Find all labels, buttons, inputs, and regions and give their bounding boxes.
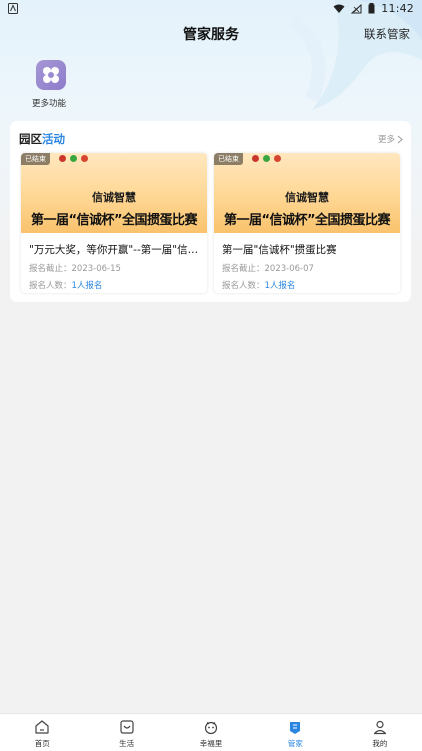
life-icon — [120, 720, 134, 734]
tab-happiness[interactable]: 幸福里 — [169, 714, 253, 751]
home-icon — [35, 720, 49, 734]
signal-off-icon — [351, 3, 362, 13]
tab-label: 我的 — [372, 739, 388, 748]
sponsor-logo — [70, 155, 77, 162]
sponsor-logo — [274, 155, 281, 162]
navbar: 管家服务 联系管家 — [0, 22, 422, 46]
tab-label: 幸福里 — [199, 739, 223, 748]
section-title: 园区活动 — [19, 131, 65, 147]
section-title-part1: 园区 — [19, 132, 42, 146]
activity-title: 第一届"信诚杯"掼蛋比赛 — [222, 244, 337, 256]
status-time: 11:42 — [381, 2, 414, 15]
signup-line: 报名人数：1人报名 — [222, 279, 392, 291]
tab-label: 生活 — [119, 739, 135, 748]
sponsor-logo — [59, 155, 66, 162]
tab-label: 首页 — [34, 739, 50, 748]
banner-headline: 第一届“信诚杯”全国掼蛋比赛 — [223, 213, 391, 228]
activity-banner: 已结束 信诚智慧 第一届“信诚杯”全国掼蛋比赛 — [21, 153, 207, 233]
deadline-label: 报名截止： — [222, 264, 265, 274]
deadline-label: 报名截止： — [29, 264, 72, 274]
deadline-line: 报名截止：2023-06-15 — [29, 262, 199, 274]
page-title: 管家服务 — [183, 27, 239, 43]
section-title-part2: 活动 — [42, 132, 65, 146]
more-activities-link[interactable]: 更多 — [378, 133, 403, 145]
banner-org: 信诚智慧 — [285, 191, 329, 204]
status-bar: 11:42 — [0, 0, 422, 18]
deadline-value: 2023-06-15 — [71, 264, 121, 274]
status-badge: 已结束 — [214, 153, 243, 165]
community-activity-card: 园区活动 更多 已结束 信诚智慧 第一届“信诚杯”全国掼蛋比赛 "万元大奖，等你… — [10, 121, 411, 302]
app-notification-icon — [8, 3, 18, 14]
chevron-right-icon — [397, 135, 403, 143]
tab-steward[interactable]: 管家 — [253, 714, 337, 751]
header-decoration — [272, 0, 422, 120]
tab-label: 管家 — [287, 739, 303, 748]
sponsor-logos — [252, 155, 281, 162]
activity-title: "万元大奖，等你开赢"--第一届"信诚杯"掼蛋比赛 — [29, 244, 199, 256]
happiness-icon — [204, 721, 218, 735]
status-badge: 已结束 — [21, 153, 50, 165]
banner-org: 信诚智慧 — [92, 191, 136, 204]
signup-label: 报名人数： — [29, 281, 72, 291]
bottom-tab-bar: 首页 生活 幸福里 管家 我的 — [0, 713, 422, 751]
signup-count: 1人报名 — [71, 281, 103, 291]
sponsor-logos — [59, 155, 88, 162]
sponsor-logo — [252, 155, 259, 162]
grid-icon — [36, 60, 66, 90]
sponsor-logo — [263, 155, 270, 162]
activity-banner: 已结束 信诚智慧 第一届“信诚杯”全国掼蛋比赛 — [214, 153, 400, 233]
wifi-icon — [333, 4, 345, 13]
tab-profile[interactable]: 我的 — [338, 714, 422, 751]
contact-steward-button[interactable]: 联系管家 — [364, 26, 410, 42]
sponsor-logo — [81, 155, 88, 162]
more-functions-button[interactable]: 更多功能 — [30, 60, 72, 109]
steward-icon — [290, 722, 301, 734]
signup-line: 报名人数：1人报名 — [29, 279, 199, 291]
deadline-value: 2023-06-07 — [264, 264, 314, 274]
tab-home[interactable]: 首页 — [0, 714, 84, 751]
profile-icon — [373, 720, 386, 735]
signup-count: 1人报名 — [264, 281, 296, 291]
more-functions-label: 更多功能 — [31, 99, 66, 109]
activity-item[interactable]: 已结束 信诚智慧 第一届“信诚杯”全国掼蛋比赛 第一届"信诚杯"掼蛋比赛 报名截… — [214, 153, 400, 293]
activity-item[interactable]: 已结束 信诚智慧 第一届“信诚杯”全国掼蛋比赛 "万元大奖，等你开赢"--第一届… — [21, 153, 207, 293]
signup-label: 报名人数： — [222, 281, 265, 291]
banner-headline: 第一届“信诚杯”全国掼蛋比赛 — [30, 213, 198, 228]
deadline-line: 报名截止：2023-06-07 — [222, 262, 392, 274]
battery-icon — [368, 3, 375, 14]
tab-life[interactable]: 生活 — [84, 714, 168, 751]
more-label: 更多 — [377, 135, 395, 145]
